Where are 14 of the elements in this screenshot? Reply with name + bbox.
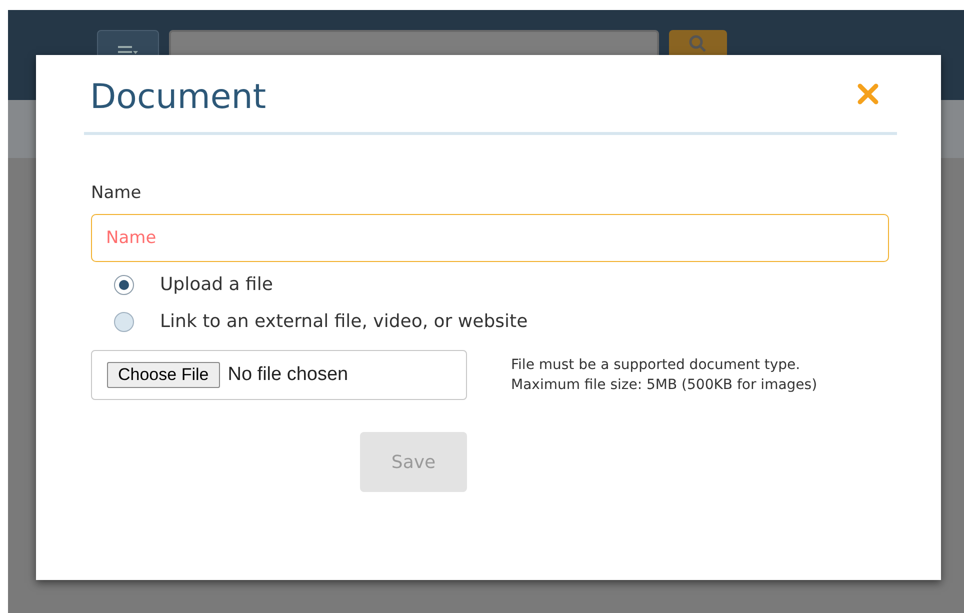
radio-button[interactable] (114, 312, 134, 332)
radio-label[interactable]: Link to an external file, video, or website (160, 311, 528, 332)
radio-label[interactable]: Upload a file (160, 274, 273, 295)
help-text: File must be a supported document type. (511, 356, 802, 375)
close-icon (857, 82, 879, 104)
field-label: Name (91, 183, 142, 203)
search-icon (689, 35, 707, 53)
file-status: No file chosen (228, 364, 348, 386)
choose-file-button[interactable]: Choose File (107, 362, 220, 388)
radio-button[interactable] (114, 274, 134, 294)
file-input[interactable]: Choose File No file chosen (91, 350, 467, 400)
help-text: Maximum file size: 5MB (500KB for images) (511, 376, 818, 395)
dialog-title: Document (90, 76, 266, 116)
name-field[interactable]: Name (91, 214, 889, 262)
